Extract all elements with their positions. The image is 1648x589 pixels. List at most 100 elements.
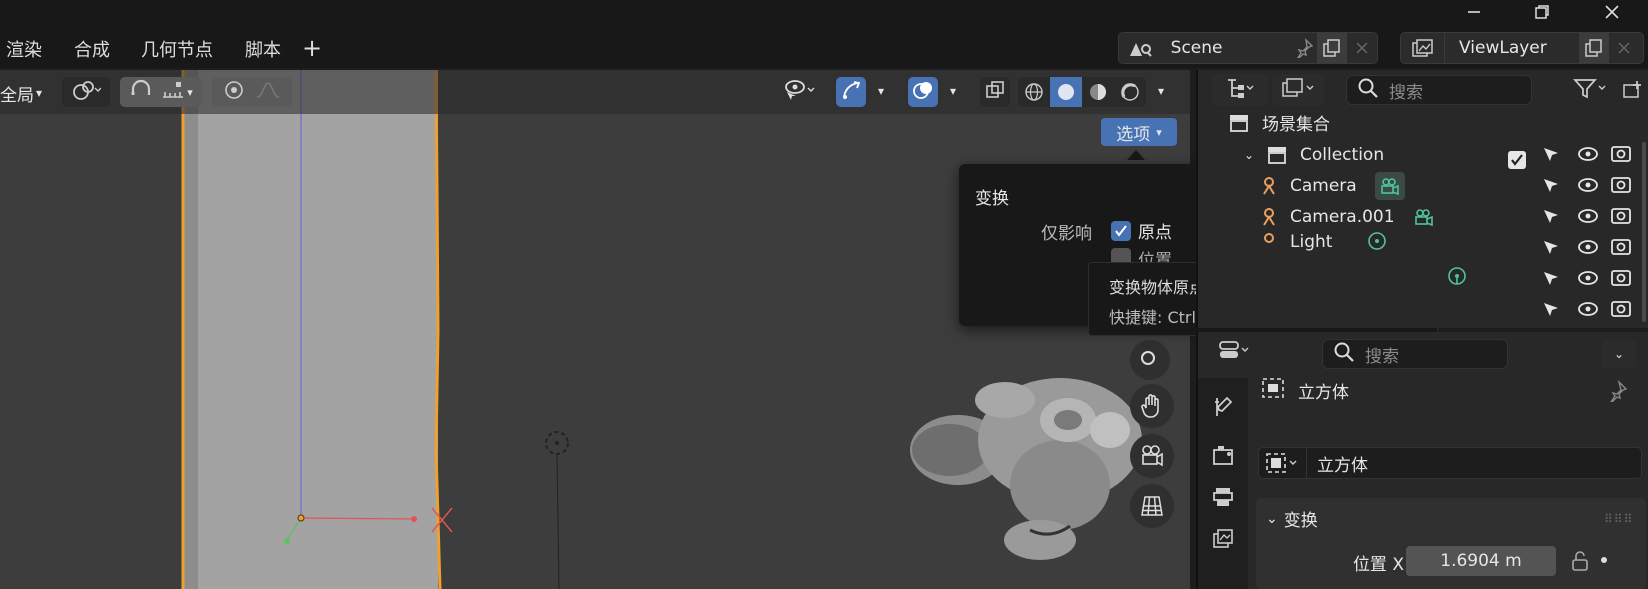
keyframe-dot-icon[interactable]	[1596, 552, 1612, 568]
editor-type-dropdown[interactable]	[1212, 336, 1258, 368]
camera-view-icon[interactable]	[1130, 434, 1174, 478]
solid-shading-icon[interactable]	[1050, 77, 1082, 107]
zoom-icon[interactable]	[1130, 340, 1170, 380]
proportional-icon	[223, 79, 245, 106]
delete-view-layer-icon[interactable]	[1609, 41, 1639, 55]
wireframe-shading-icon[interactable]	[1018, 77, 1050, 107]
location-x-label: 位置 X	[1352, 555, 1404, 575]
render-tab-icon[interactable]	[1206, 438, 1240, 472]
chevron-down-icon[interactable]: ▾	[942, 84, 964, 98]
tool-tab-icon[interactable]	[1206, 390, 1240, 424]
transform-panel-header[interactable]: ⌄ 变换	[1266, 506, 1318, 532]
rendered-shading-icon[interactable]	[1114, 77, 1146, 107]
outliner-row-camera[interactable]: Camera	[1258, 170, 1405, 201]
chevron-down-icon: ▾	[187, 85, 193, 99]
outliner-row-camera-001[interactable]: Camera.001	[1258, 201, 1439, 232]
proportional-editing-toggle[interactable]	[212, 77, 292, 107]
scene-collection-row[interactable]: 场景集合	[1228, 107, 1330, 138]
transform-orientation-label: 全局	[0, 85, 34, 106]
monkey-mesh	[910, 378, 1142, 560]
chevron-down-icon[interactable]: ⌄	[1240, 144, 1258, 166]
pin-icon[interactable]	[1290, 38, 1318, 58]
display-mode-dropdown[interactable]	[1212, 74, 1268, 106]
camera-object-icon	[1258, 206, 1280, 228]
origins-label: 原点	[1138, 223, 1172, 243]
properties-search-placeholder: 搜索	[1365, 346, 1399, 367]
camera-object-icon	[1258, 175, 1280, 197]
object-title: 立方体	[1298, 383, 1349, 403]
new-scene-icon[interactable]	[1317, 33, 1348, 63]
origins-checkbox[interactable]: 原点	[1111, 218, 1172, 243]
3d-viewport[interactable]: 全局 ▾ ▾ ▾ ▾ ▾ 选项 ▾	[0, 70, 1190, 589]
new-collection-icon[interactable]	[1620, 74, 1648, 106]
pan-hand-icon[interactable]	[1130, 384, 1174, 428]
scene-name[interactable]: Scene	[1171, 38, 1290, 58]
eye-arrow-icon	[783, 78, 817, 107]
outliner-search-input[interactable]: 搜索	[1346, 75, 1532, 105]
chevron-down-icon[interactable]: ▾	[1150, 84, 1172, 98]
scene-collection-label: 场景集合	[1262, 115, 1330, 135]
drag-grip-icon[interactable]: ⠿⠿⠿	[1604, 512, 1633, 526]
lock-open-icon[interactable]	[1570, 550, 1590, 572]
restore-icon[interactable]	[1518, 0, 1566, 24]
funnel-icon	[1573, 77, 1609, 104]
light-data-icon[interactable]	[1446, 266, 1468, 293]
outliner-row-light[interactable]: Light	[1258, 232, 1388, 252]
exclude-checkbox[interactable]	[1508, 151, 1526, 169]
close-icon[interactable]	[1588, 0, 1636, 24]
ortho-grid-icon[interactable]	[1130, 484, 1174, 528]
minimize-icon[interactable]	[1450, 0, 1498, 24]
material-preview-icon[interactable]	[1082, 77, 1114, 107]
popover-section-title: 变换	[975, 189, 1009, 209]
tab-compositing[interactable]: 合成	[74, 36, 110, 66]
scene-selector[interactable]: Scene	[1118, 32, 1378, 64]
scene-collection-icon	[1228, 112, 1250, 134]
filter-view-layer-dropdown[interactable]	[1272, 74, 1324, 106]
snap-dropdown[interactable]: ▾	[120, 77, 202, 107]
camera-data-icon[interactable]	[1374, 171, 1405, 200]
light-label: Light	[1290, 232, 1333, 252]
object-name-field[interactable]: 立方体	[1258, 447, 1642, 479]
view-layer-tab-icon[interactable]	[1206, 522, 1240, 556]
add-workspace-button[interactable]: +	[302, 33, 322, 63]
tab-geometry-nodes[interactable]: 几何节点	[141, 36, 213, 66]
properties-editor-icon	[1218, 339, 1252, 366]
overlays-icon	[912, 79, 934, 106]
gizmo-toggle[interactable]	[836, 77, 866, 107]
properties-options-dropdown[interactable]: ⌄	[1602, 340, 1636, 368]
new-view-layer-icon[interactable]	[1579, 33, 1609, 63]
selectability-visibility-dropdown[interactable]	[776, 77, 824, 107]
popover-caret	[1127, 150, 1145, 160]
object-data-dropdown[interactable]	[1259, 448, 1307, 478]
transform-panel-label: 变换	[1283, 511, 1318, 531]
chevron-down-icon[interactable]: ▾	[870, 84, 892, 98]
collection-icon	[1266, 144, 1288, 166]
object-context-header: 立方体	[1260, 376, 1349, 405]
transform-orientation-dropdown[interactable]: 全局 ▾	[0, 79, 42, 107]
search-icon	[1357, 77, 1379, 104]
filter-dropdown[interactable]	[1566, 74, 1616, 106]
properties-search-input[interactable]: 搜索	[1322, 339, 1508, 369]
scene-icon	[1119, 37, 1161, 59]
overlays-toggle[interactable]	[908, 77, 938, 107]
tab-render[interactable]: 渲染	[6, 36, 42, 66]
light-data-icon[interactable]	[1366, 232, 1388, 252]
output-tab-icon[interactable]	[1206, 480, 1240, 514]
delete-scene-icon[interactable]	[1347, 41, 1377, 55]
restriction-toggle-columns	[1538, 142, 1648, 332]
transform-pivot-dropdown[interactable]	[62, 77, 110, 107]
tab-scripting[interactable]: 脚本	[245, 36, 281, 66]
chevron-down-icon: ⌄	[1266, 510, 1278, 527]
camera-001-label: Camera.001	[1290, 206, 1395, 227]
camera-data-icon[interactable]	[1409, 203, 1439, 231]
view-layer-selector[interactable]: ViewLayer	[1400, 32, 1644, 64]
location-x-field[interactable]: 1.6904 m	[1406, 546, 1556, 576]
snap-increment-icon	[161, 79, 187, 106]
view-layer-name[interactable]: ViewLayer	[1459, 38, 1579, 58]
workspace-tab-bar: 渲染 合成 几何节点 脚本 + Scene ViewLayer	[0, 30, 1648, 68]
magnet-icon	[129, 79, 153, 106]
shading-mode-group	[1018, 77, 1146, 107]
options-dropdown-button[interactable]: 选项 ▾	[1101, 118, 1177, 146]
xray-toggle[interactable]	[980, 77, 1010, 107]
pin-icon[interactable]	[1606, 380, 1628, 402]
